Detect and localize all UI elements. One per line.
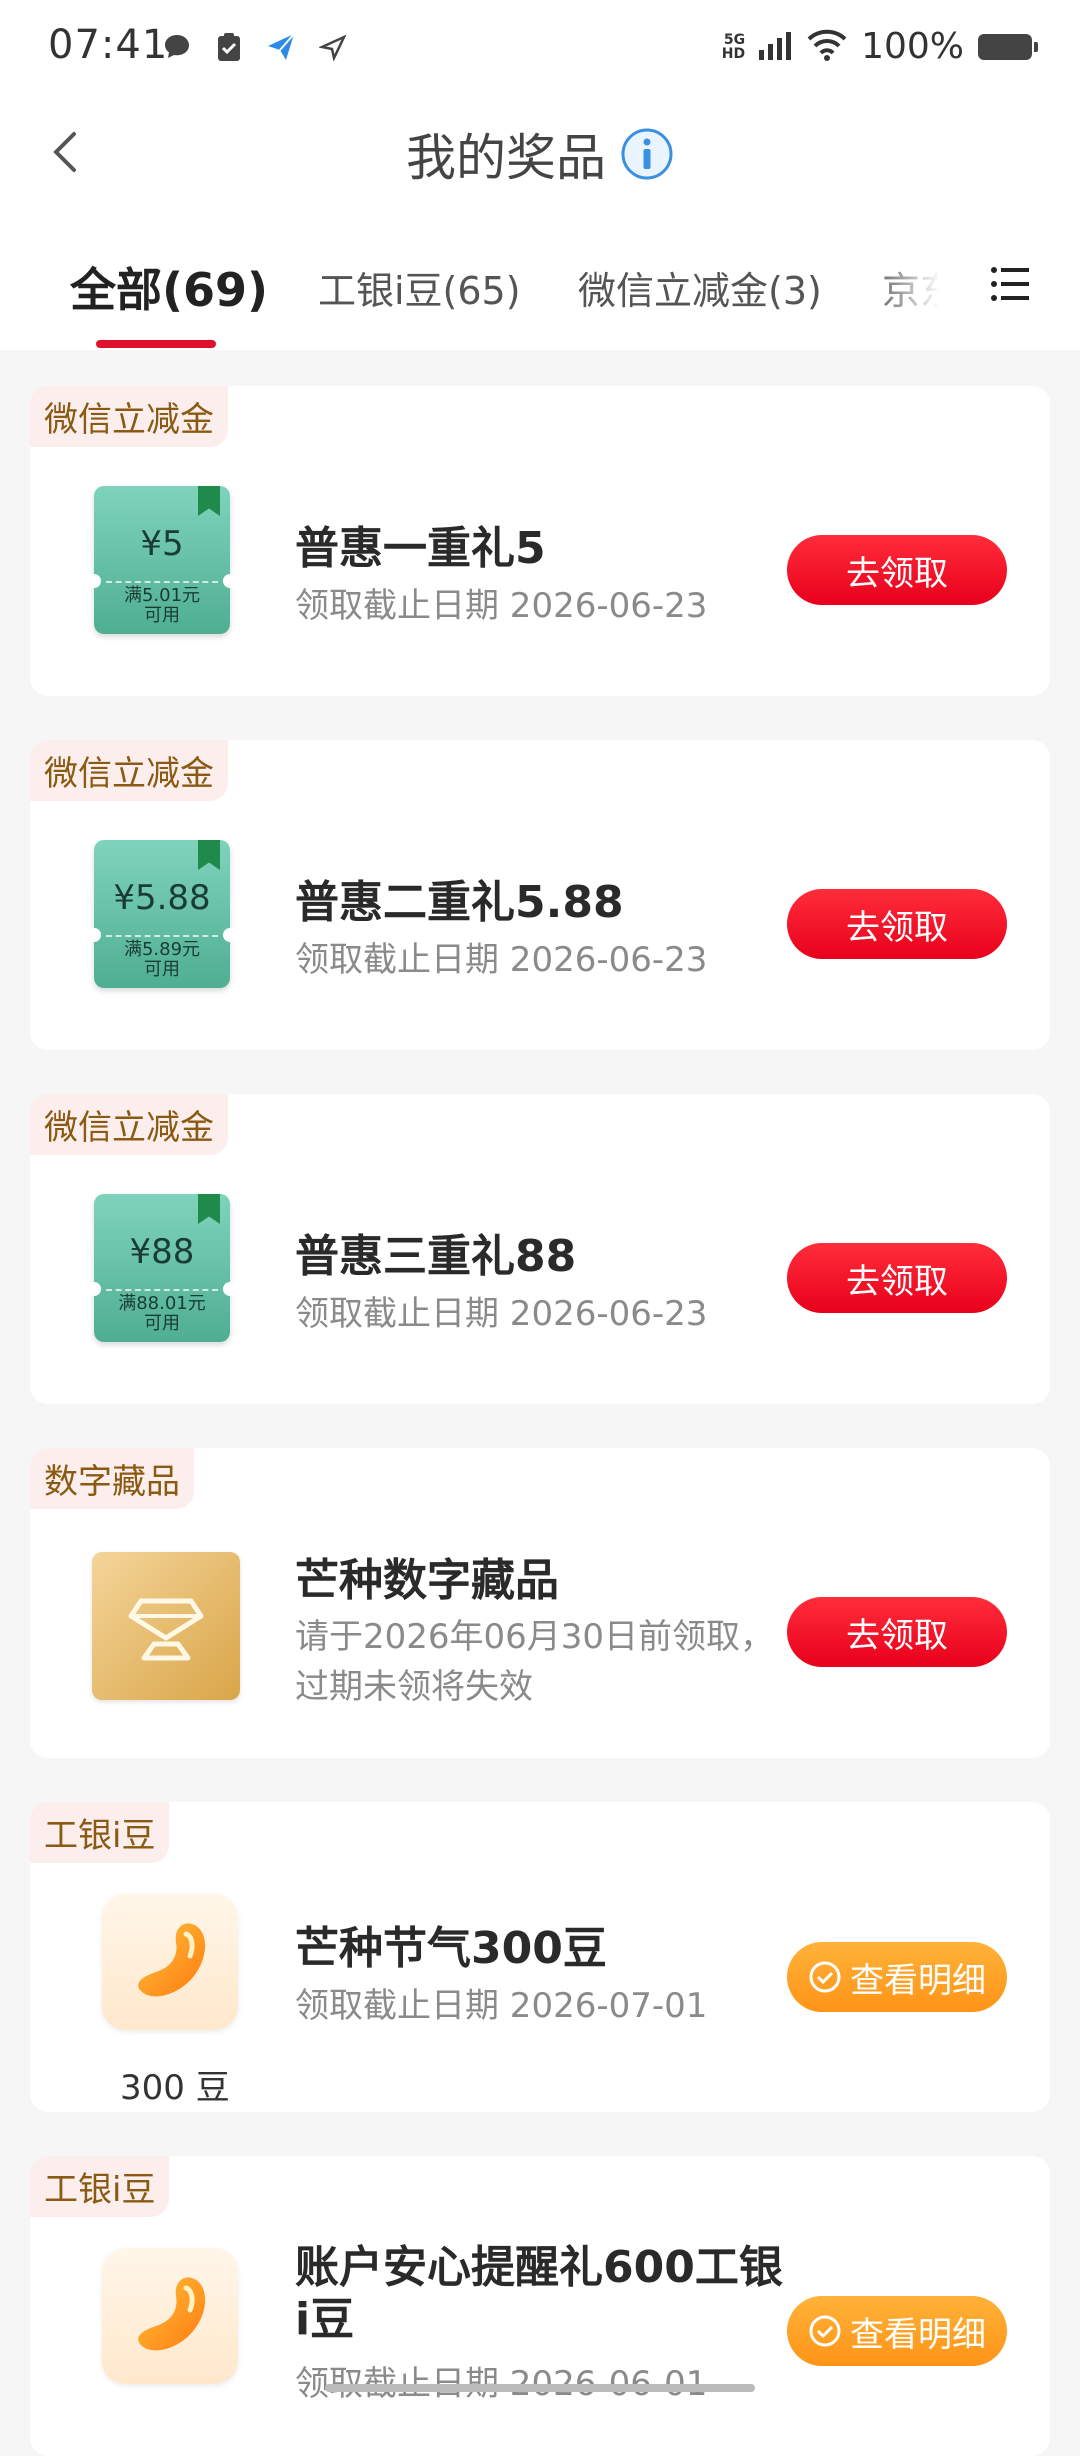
category-tabs: 全部(69) 工银i豆(65) 微信立减金(3) 京东 (0, 210, 1080, 350)
flag-icon (198, 1194, 220, 1224)
coupon-condition: 满88.01元 可用 (118, 1293, 206, 1334)
bean-thumbnail (102, 2248, 238, 2384)
view-details-button[interactable]: 查看明细 (787, 2296, 1007, 2366)
prize-deadline: 领取截止日期 2026-06-23 (295, 940, 708, 980)
app-header: 我的奖品 (0, 100, 1080, 210)
coupon-condition: 满5.89元 可用 (123, 939, 201, 980)
claim-button[interactable]: 去领取 (787, 535, 1007, 605)
coupon-amount: ¥5.88 (113, 878, 211, 918)
app-notification-icon (264, 30, 298, 64)
prize-card: 微信立减金 ¥5.88 满5.89元 可用 普惠二重礼5.88 领取截止日期 20… (30, 740, 1050, 1050)
claim-button[interactable]: 去领取 (787, 1597, 1007, 1667)
prize-card: 工银i豆 300 豆 芒种节气300豆 领取截止日期 2026-07-01 查看… (30, 1802, 1050, 2112)
tab-wechat-discount[interactable]: 微信立减金(3) (578, 260, 822, 315)
tab-underline (96, 340, 216, 348)
button-label: 查看明细 (850, 2314, 986, 2355)
bean-icon (138, 1923, 206, 1997)
send-icon (316, 30, 350, 64)
collectible-thumbnail (92, 1552, 240, 1700)
tab-icbc-beans[interactable]: 工银i豆(65) (318, 260, 521, 315)
wifi-icon (807, 29, 847, 65)
bean-thumbnail (102, 1894, 238, 2030)
battery-text: 100% (861, 26, 964, 67)
category-tag: 微信立减金 (30, 386, 228, 447)
category-tag: 工银i豆 (30, 2156, 170, 2217)
coupon-thumbnail: ¥5.88 满5.89元 可用 (87, 840, 237, 988)
tab-all[interactable]: 全部(69) (70, 254, 268, 320)
clipboard-icon (212, 30, 246, 64)
home-indicator[interactable] (325, 2384, 755, 2392)
bean-amount: 300 豆 (120, 2068, 230, 2108)
prize-title: 普惠二重礼5.88 (295, 877, 624, 928)
notification-icons (160, 30, 350, 64)
prize-title: 芒种数字藏品 (295, 1555, 559, 1606)
status-time: 07:41 (48, 22, 169, 68)
category-tag: 工银i豆 (30, 1802, 170, 1863)
coupon-amount: ¥5 (140, 524, 184, 564)
coupon-condition: 满5.01元 可用 (123, 585, 201, 626)
network-label: 5G HD (721, 31, 746, 62)
flag-icon (198, 486, 220, 516)
prize-deadline: 领取截止日期 2026-06-23 (295, 1294, 708, 1334)
prize-title: 账户安心提醒礼600工银i豆 (295, 2242, 783, 2345)
list-menu-icon[interactable] (990, 262, 1030, 306)
status-bar: 07:41 5G HD 100% (0, 0, 1080, 100)
claim-button[interactable]: 去领取 (787, 889, 1007, 959)
status-right: 5G HD 100% (699, 26, 1038, 67)
category-tag: 数字藏品 (30, 1448, 194, 1509)
prize-deadline: 领取截止日期 2026-06-01 (295, 2356, 707, 2405)
coupon-amount: ¥88 (129, 1232, 195, 1272)
coupon-thumbnail: ¥5 满5.01元 可用 (87, 486, 237, 634)
prize-deadline: 领取截止日期 2026-06-23 (295, 586, 708, 626)
coupon-thumbnail: ¥88 满88.01元 可用 (87, 1194, 237, 1342)
prize-card: 工银i豆 账户安心提醒礼600工银i豆 领取截止日期 2026-06-01 查看… (30, 2156, 1050, 2456)
prize-title: 普惠三重礼88 (295, 1231, 577, 1282)
category-tag: 微信立减金 (30, 1094, 228, 1155)
prize-card: 微信立减金 ¥5 满5.01元 可用 普惠一重礼5 领取截止日期 2026-06-… (30, 386, 1050, 696)
prize-title: 普惠一重礼5 (295, 523, 546, 574)
flag-icon (198, 840, 220, 870)
message-icon (160, 30, 194, 64)
bean-icon (138, 2277, 206, 2351)
prize-deadline: 请于2026年06月30日前领取，过期未领将失效 (295, 1617, 775, 1707)
prize-card: 数字藏品 芒种数字藏品 请于2026年06月30日前领取，过期未领将失效 去领取 (30, 1448, 1050, 1758)
view-details-button[interactable]: 查看明细 (787, 1942, 1007, 2012)
info-icon[interactable] (620, 127, 674, 181)
signal-icon (759, 30, 793, 64)
category-tag: 微信立减金 (30, 740, 228, 801)
prize-deadline: 领取截止日期 2026-07-01 (295, 1986, 708, 2026)
claim-button[interactable]: 去领取 (787, 1243, 1007, 1313)
prize-card: 微信立减金 ¥88 满88.01元 可用 普惠三重礼88 领取截止日期 2026-… (30, 1094, 1050, 1404)
button-label: 查看明细 (850, 1960, 986, 2001)
page-title: 我的奖品 (406, 129, 606, 187)
check-circle-icon (809, 2315, 841, 2347)
battery-icon (978, 33, 1038, 60)
prize-title: 芒种节气300豆 (295, 1923, 607, 1974)
check-circle-icon (809, 1961, 841, 1993)
diamond-icon (128, 1598, 204, 1661)
